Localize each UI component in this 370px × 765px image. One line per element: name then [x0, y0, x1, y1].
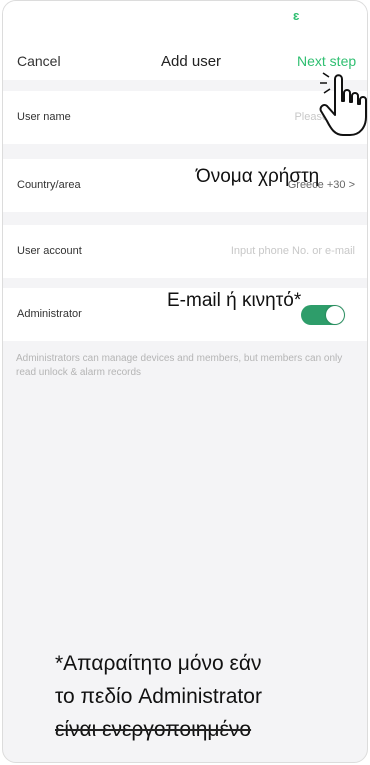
administrator-note: Administrators can manage devices and me… — [16, 353, 343, 378]
page-title: Add user — [161, 53, 222, 70]
hand-pointer-icon — [319, 72, 367, 136]
annotation-user-name: Όνομα χρήστη — [196, 166, 320, 187]
user-account-input[interactable]: Input phone No. or e-mail — [231, 245, 355, 257]
next-step-button[interactable]: Next step — [297, 53, 356, 69]
header-bar: ɛ Cancel Add user Next step — [3, 1, 367, 80]
administrator-label: Administrator — [17, 308, 82, 320]
footnote: *Απαραίτητο μόνο εάν το πεδίο Administra… — [55, 647, 335, 746]
phone-screen: ɛ Cancel Add user Next step User name Pl… — [2, 0, 368, 763]
user-account-row[interactable]: User account Input phone No. or e-mail — [3, 225, 367, 278]
user-account-label: User account — [17, 245, 82, 257]
user-name-label: User name — [17, 111, 71, 123]
cancel-button[interactable]: Cancel — [17, 53, 61, 69]
footnote-line-1: *Απαραίτητο μόνο εάν — [55, 652, 262, 675]
country-label: Country/area — [17, 179, 81, 191]
annotation-email: E-mail ή κινητό* — [167, 290, 302, 311]
toggle-knob — [326, 306, 344, 324]
footnote-line-3: είναι ενεργοποιημένο — [55, 718, 252, 741]
user-name-row[interactable]: User name Please input — [3, 91, 367, 144]
administrator-toggle[interactable] — [301, 305, 345, 325]
footnote-line-2: το πεδίο Administrator — [55, 685, 262, 708]
status-mark: ɛ — [293, 8, 300, 23]
